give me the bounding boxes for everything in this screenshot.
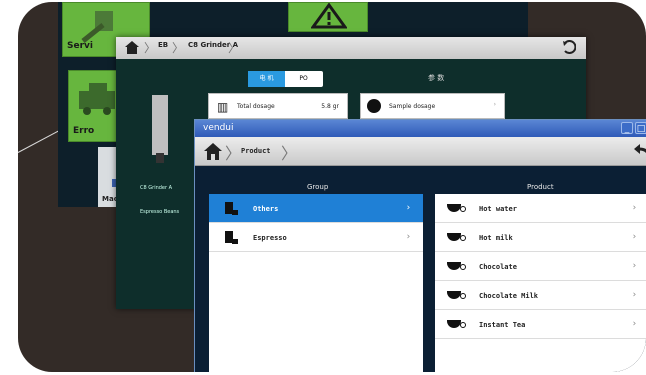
chevron-right-icon: › [631, 261, 637, 271]
warning-tile[interactable] [288, 2, 368, 32]
home-icon[interactable] [203, 142, 223, 161]
toggle-option[interactable]: 电 机 [248, 71, 285, 87]
product-label: Hot milk [479, 234, 513, 242]
home-icon[interactable] [124, 40, 140, 55]
grinder-name: C8 Grinder A [140, 185, 173, 191]
product-label: Chocolate [479, 263, 517, 271]
product-item-chocolate-milk[interactable]: Chocolate Milk › [435, 281, 646, 310]
group-item-others[interactable]: Others › [209, 194, 423, 223]
chevron-right-icon: › [631, 203, 637, 213]
product-item-chocolate[interactable]: Chocolate › [435, 252, 646, 281]
chevron-right-icon: › [631, 319, 637, 329]
card-label: Sample dosage [389, 103, 436, 110]
bean-type: Espresso Beans [140, 209, 180, 215]
grinder-image-base [156, 153, 164, 163]
group-list: Others › Espresso › [209, 194, 423, 372]
product-window: vendui _ □ × 〉 Product 〉 Group Product O… [194, 119, 646, 372]
product-label: Hot water [479, 205, 517, 213]
coffee-cup-icon [447, 262, 466, 270]
product-item-hot-water[interactable]: Hot water › [435, 194, 646, 223]
product-item-hot-milk[interactable]: Hot milk › [435, 223, 646, 252]
card-value: 5.8 gr [321, 103, 339, 110]
breadcrumb-item[interactable]: EB [158, 41, 168, 49]
back-arrow-icon[interactable] [562, 40, 576, 55]
chevron-right-icon: 〉 [144, 41, 157, 55]
chevron-right-icon: › [631, 232, 637, 242]
window-title: vendui [203, 123, 234, 133]
tile-label: Erro [73, 126, 95, 136]
chevron-right-icon: 〉 [281, 144, 298, 163]
coffee-cup-icon [447, 233, 466, 241]
sample-dosage-card[interactable]: Sample dosage › [360, 93, 505, 119]
coffee-machine-icon [225, 231, 238, 244]
chevron-right-icon: 〉 [172, 41, 185, 55]
chevron-right-icon: › [631, 290, 637, 300]
mode-toggle[interactable]: 电 机 PO [248, 71, 323, 87]
warning-triangle-icon [311, 3, 347, 29]
back-arrow-icon[interactable] [633, 143, 646, 160]
group-label: Others [253, 205, 279, 213]
breadcrumb-bar: 〉 EB 〉 C8 Grinder A 〉 [116, 37, 586, 59]
chevron-right-icon: › [405, 232, 411, 242]
dial-icon [367, 99, 381, 113]
coffee-cup-icon [447, 291, 466, 299]
grinder-icon: ▥ [217, 100, 229, 114]
breadcrumb-bar: 〉 Product 〉 [195, 137, 646, 166]
section-heading: 参 数 [428, 74, 445, 82]
group-item-espresso[interactable]: Espresso › [209, 223, 423, 252]
tile-label: Servi [67, 41, 93, 51]
product-list: Hot water › Hot milk › Chocolate › Choco… [435, 194, 646, 372]
coffee-cup-icon [447, 320, 466, 328]
chevron-right-icon: 〉 [225, 144, 242, 163]
breadcrumb-item[interactable]: Product [241, 147, 271, 155]
maximize-button[interactable]: □ [635, 122, 646, 134]
product-label: Chocolate Milk [479, 292, 539, 300]
coffee-machine-icon [225, 202, 238, 215]
title-bar: vendui _ □ × [195, 120, 646, 137]
minimize-button[interactable]: _ [621, 122, 633, 134]
product-label: Instant Tea [479, 321, 526, 329]
group-label: Espresso [253, 234, 287, 242]
background-frame: Servi Erro Machin [18, 2, 646, 372]
product-column-header: Product [527, 183, 554, 191]
chevron-right-icon: 〉 [228, 41, 241, 55]
chevron-right-icon: › [493, 101, 496, 108]
coffee-cup-icon [447, 204, 466, 212]
toggle-option[interactable]: PO [285, 71, 322, 87]
chevron-right-icon: › [405, 203, 411, 213]
group-column-header: Group [307, 183, 329, 191]
dosage-card[interactable]: ▥ Total dosage 5.8 gr [208, 93, 348, 119]
grinder-image [152, 95, 168, 155]
product-item-instant-tea[interactable]: Instant Tea › [435, 310, 646, 339]
card-label: Total dosage [237, 103, 275, 110]
